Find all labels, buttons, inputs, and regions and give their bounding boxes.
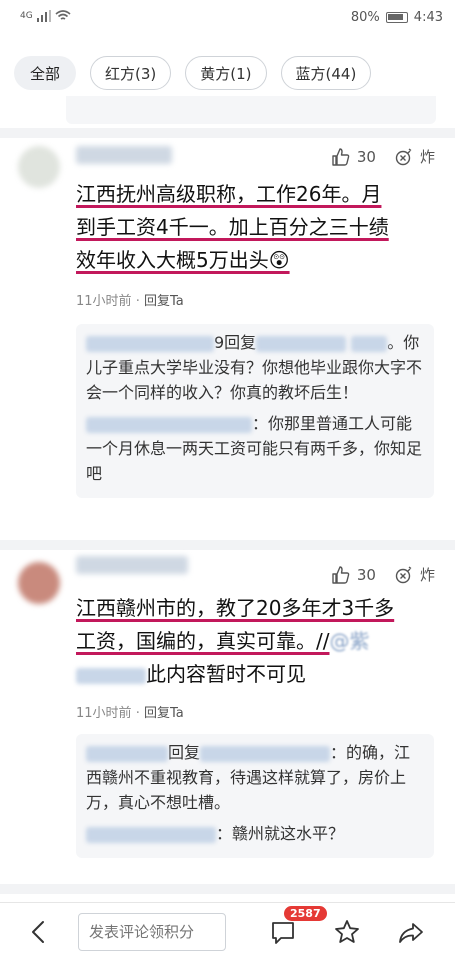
comment-count-badge: 2587 [284,906,327,921]
network-label: 4G [20,11,33,21]
reply-link[interactable]: 回复Ta [144,294,184,309]
like-button[interactable]: 30 [331,565,376,585]
reply-link[interactable]: 回复Ta [144,706,184,721]
divider [0,128,455,138]
reply-text: ：赣州就这水平？ [216,824,345,843]
share-icon[interactable] [396,917,426,947]
signal-icon [36,10,51,22]
bottom-bar [0,902,455,960]
divider [0,884,455,894]
comment-line: 工资，国编的，真实可靠。// [76,629,330,653]
reply-author[interactable]: . [86,745,168,762]
reply-item: .：你那里普通工人可能一个月休息一两天工资可能只有两千多，你知足吧 [86,411,424,486]
reply-item: .9回复. .。你儿子重点大学毕业没有？你想他毕业跟你大字不会一个同样的收入？你… [86,330,424,405]
previous-replies-panel [66,96,436,124]
bomb-label: 炸 [419,148,435,166]
reply-thread: .9回复. .。你儿子重点大学毕业没有？你想他毕业跟你大字不会一个同样的收入？你… [76,324,434,498]
tab-red[interactable]: 红方(3) [90,56,172,90]
tab-blue[interactable]: 蓝方(44) [280,56,372,90]
bomb-icon [395,147,412,165]
comment-body: 江西赣州市的，教了20多年才3千多 工资，国编的，真实可靠。//@紫 .此内容暂… [76,592,436,691]
status-bar: 4G 80% 4:43 [0,0,455,34]
comment-line: 江西赣州市的，教了20多年才3千多 [76,596,395,620]
thumbs-up-icon [332,147,350,166]
battery-icon [385,12,408,23]
mention-link[interactable]: @紫 [329,629,369,653]
reply-author[interactable]: . [86,416,252,433]
reply-item: .回复.：的确，江西赣州不重视教育，待遇这样就算了，房价上万，真心不想吐槽。 [86,740,424,815]
avatar[interactable] [18,146,60,188]
reply-prefix: 回复 [168,743,201,762]
comment-line: 江西抚州高级职称，工作26年。月 [76,182,382,206]
clock: 4:43 [413,10,443,25]
like-count: 30 [356,565,376,584]
reply-author[interactable]: . [86,826,216,843]
username[interactable] [76,146,172,164]
comment-card: 30 炸 江西赣州市的，教了20多年才3千多 工资，国编的，真实可靠。//@紫 … [0,550,455,880]
wifi-icon [55,10,71,20]
comment-line: 效年收入大概5万出头😲 [76,248,290,272]
divider [0,540,455,550]
reply-item: .：赣州就这水平？ [86,821,424,846]
back-arrow-icon[interactable] [24,917,54,947]
tab-yellow[interactable]: 黄方(1) [185,56,267,90]
comment-body: 江西抚州高级职称，工作26年。月 到手工资4千一。加上百分之三十绩 效年收入大概… [76,178,436,277]
username[interactable] [76,556,188,574]
battery-percent: 80% [350,10,380,25]
tab-all[interactable]: 全部 [14,56,76,90]
bomb-icon [395,565,412,583]
comment-card: 30 炸 江西抚州高级职称，工作26年。月 到手工资4千一。加上百分之三十绩 效… [0,138,455,530]
reply-prefix: 9回复 [214,333,257,352]
bomb-label: 炸 [419,566,435,584]
bomb-button[interactable]: 炸 [394,146,435,167]
reply-target[interactable]: . [200,745,331,762]
like-button[interactable]: 30 [331,147,376,167]
comment-input[interactable] [78,913,226,951]
comment-line: 此内容暂时不可见 [146,662,306,686]
comment-time: 11小时前 [76,294,132,309]
filter-tabs: 全部 红方(3) 黄方(1) 蓝方(44) [14,56,372,90]
comment-icon[interactable] [268,917,298,947]
comment-line: 到手工资4千一。加上百分之三十绩 [76,215,389,239]
reply-author[interactable]: . [86,335,214,352]
reply-target[interactable]: . [351,335,388,352]
comment-time: 11小时前 [76,706,132,721]
star-icon[interactable] [332,917,362,947]
avatar[interactable] [18,562,60,604]
mention-name[interactable]: . [76,667,146,684]
reply-thread: .回复.：的确，江西赣州不重视教育，待遇这样就算了，房价上万，真心不想吐槽。 .… [76,734,434,858]
reply-target[interactable]: . [256,335,347,352]
like-count: 30 [356,147,376,166]
thumbs-up-icon [332,565,350,584]
bomb-button[interactable]: 炸 [394,564,435,585]
